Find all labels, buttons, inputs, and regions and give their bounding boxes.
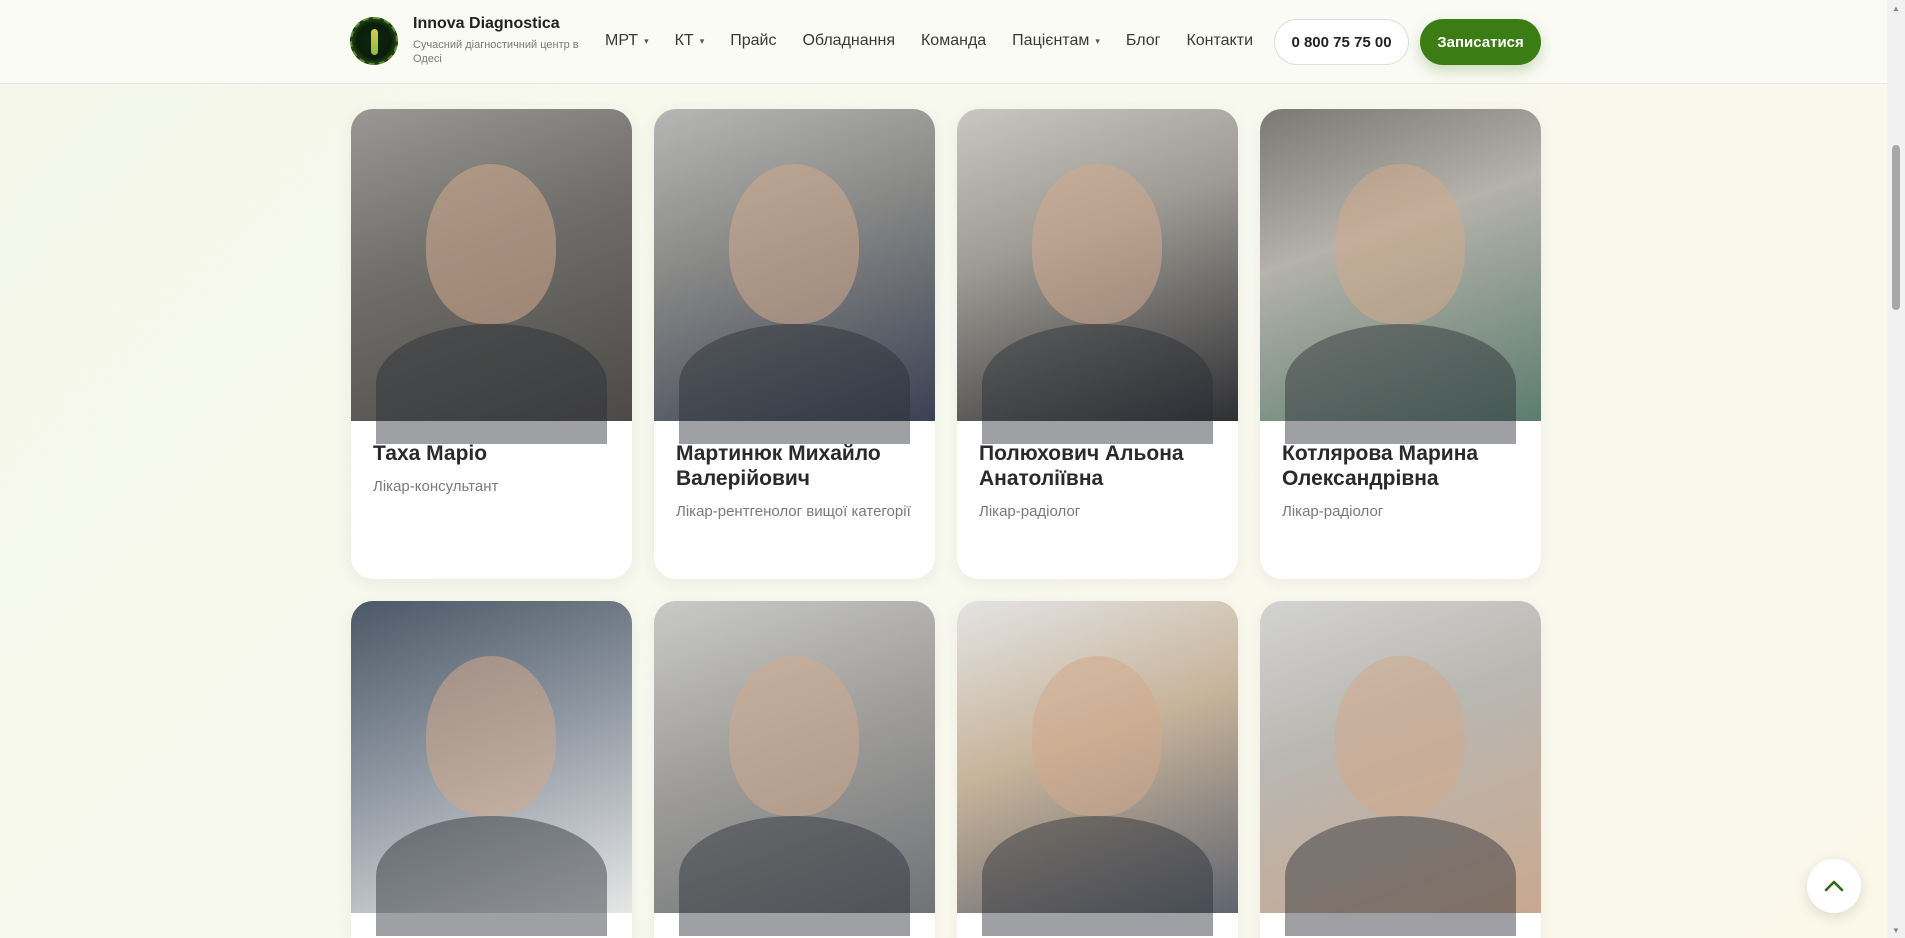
doctor-card[interactable]: Таха Маріо Лікар-консультант — [351, 109, 632, 579]
doctor-card[interactable]: Котлярова Марина Олександрівна Лікар-рад… — [1260, 109, 1541, 579]
photo-face — [1335, 656, 1465, 816]
doctor-card[interactable] — [654, 601, 935, 938]
doctor-photo — [351, 601, 632, 936]
photo-shoulders — [1285, 324, 1516, 444]
card-body: Полюхович Альона Анатоліївна Лікар-радіо… — [979, 441, 1219, 524]
brand-text: Innova Diagnostica Сучасний діагностични… — [413, 15, 583, 66]
photo-face — [729, 164, 859, 324]
logo-icon[interactable] — [350, 17, 398, 65]
photo-shoulders — [982, 816, 1213, 936]
doctor-photo — [351, 109, 632, 444]
doctor-photo — [1260, 601, 1541, 936]
doctor-photo — [957, 601, 1238, 936]
nav-item-label: Пацієнтам — [1012, 32, 1090, 49]
doctor-card[interactable]: Полюхович Альона Анатоліївна Лікар-радіо… — [957, 109, 1238, 579]
chevron-down-icon: ▾ — [644, 35, 649, 46]
chevron-up-icon — [1824, 880, 1844, 892]
nav-item-label: Блог — [1125, 32, 1161, 49]
nav-item-equipment[interactable]: Обладнання — [802, 32, 895, 50]
card-body: Котлярова Марина Олександрівна Лікар-рад… — [1282, 441, 1522, 524]
photo-shoulders — [1285, 816, 1516, 936]
photo-shoulders — [982, 324, 1213, 444]
phone-button[interactable]: 0 800 75 75 00 — [1274, 19, 1409, 65]
nav-item-patients[interactable]: Пацієнтам ▾ — [1012, 32, 1100, 50]
doctor-name: Мартинюк Михайло Валерійович — [676, 442, 881, 490]
doctor-role: Лікар-радіолог — [979, 503, 1081, 520]
scrollbar-thumb[interactable] — [1892, 145, 1900, 310]
nav-item-label: МРТ — [605, 32, 639, 49]
doctor-photo — [654, 601, 935, 936]
card-body: Таха Маріо Лікар-консультант — [373, 441, 613, 499]
nav-item-contacts[interactable]: Контакти — [1186, 32, 1253, 50]
back-to-top-button[interactable] — [1807, 859, 1861, 913]
nav-item-mri[interactable]: МРТ ▾ — [605, 32, 649, 50]
nav-item-blog[interactable]: Блог — [1126, 32, 1161, 50]
scroll-up-icon[interactable]: ▲ — [1887, 0, 1905, 16]
chevron-down-icon: ▾ — [699, 35, 705, 46]
brand[interactable]: Innova Diagnostica Сучасний діагностични… — [350, 15, 583, 66]
doctor-role: Лікар-рентгенолог вищої категорії — [676, 503, 911, 520]
nav-item-label: Прайс — [730, 32, 777, 49]
nav-item-label: Обладнання — [802, 32, 895, 49]
photo-shoulders — [679, 324, 910, 444]
brand-name: Innova Diagnostica — [413, 15, 560, 32]
doctor-role: Лікар-консультант — [373, 478, 499, 495]
photo-shoulders — [679, 816, 910, 936]
scroll-down-icon[interactable]: ▼ — [1887, 922, 1905, 938]
doctor-name: Полюхович Альона Анатоліївна — [979, 442, 1184, 490]
doctor-card[interactable] — [351, 601, 632, 938]
nav-item-prices[interactable]: Прайс — [730, 32, 776, 50]
doctor-card[interactable] — [957, 601, 1238, 938]
photo-face — [426, 656, 556, 816]
main-nav: МРТ ▾ КТ ▾ Прайс Обладнання Команда Паці… — [605, 32, 1279, 50]
doctor-photo — [1260, 109, 1541, 444]
scrollbar[interactable]: ▲ ▼ — [1887, 0, 1905, 938]
nav-item-label: Команда — [920, 32, 987, 49]
photo-face — [426, 164, 556, 324]
brand-subtitle: Сучасний діагностичний центр в Одесі — [413, 39, 579, 65]
doctor-name: Котлярова Марина Олександрівна — [1282, 442, 1479, 490]
site-header: Innova Diagnostica Сучасний діагностични… — [0, 0, 1887, 84]
doctor-card[interactable]: Мартинюк Михайло Валерійович Лікар-рентг… — [654, 109, 935, 579]
photo-face — [729, 656, 859, 816]
photo-face — [1032, 164, 1162, 324]
doctor-photo — [957, 109, 1238, 444]
card-body: Мартинюк Михайло Валерійович Лікар-рентг… — [676, 441, 916, 524]
signup-button[interactable]: Записатися — [1420, 19, 1541, 65]
doctor-photo — [654, 109, 935, 444]
photo-face — [1032, 656, 1162, 816]
photo-shoulders — [376, 816, 607, 936]
nav-item-team[interactable]: Команда — [921, 32, 986, 50]
chevron-down-icon: ▾ — [1095, 35, 1100, 46]
doctor-role: Лікар-радіолог — [1282, 503, 1384, 520]
nav-item-label: Контакти — [1186, 32, 1253, 49]
photo-shoulders — [376, 324, 607, 444]
doctor-name: Таха Маріо — [373, 442, 488, 465]
photo-face — [1335, 164, 1465, 324]
doctor-card[interactable] — [1260, 601, 1541, 938]
nav-item-label: КТ — [674, 32, 694, 49]
nav-item-ct[interactable]: КТ ▾ — [675, 32, 705, 50]
